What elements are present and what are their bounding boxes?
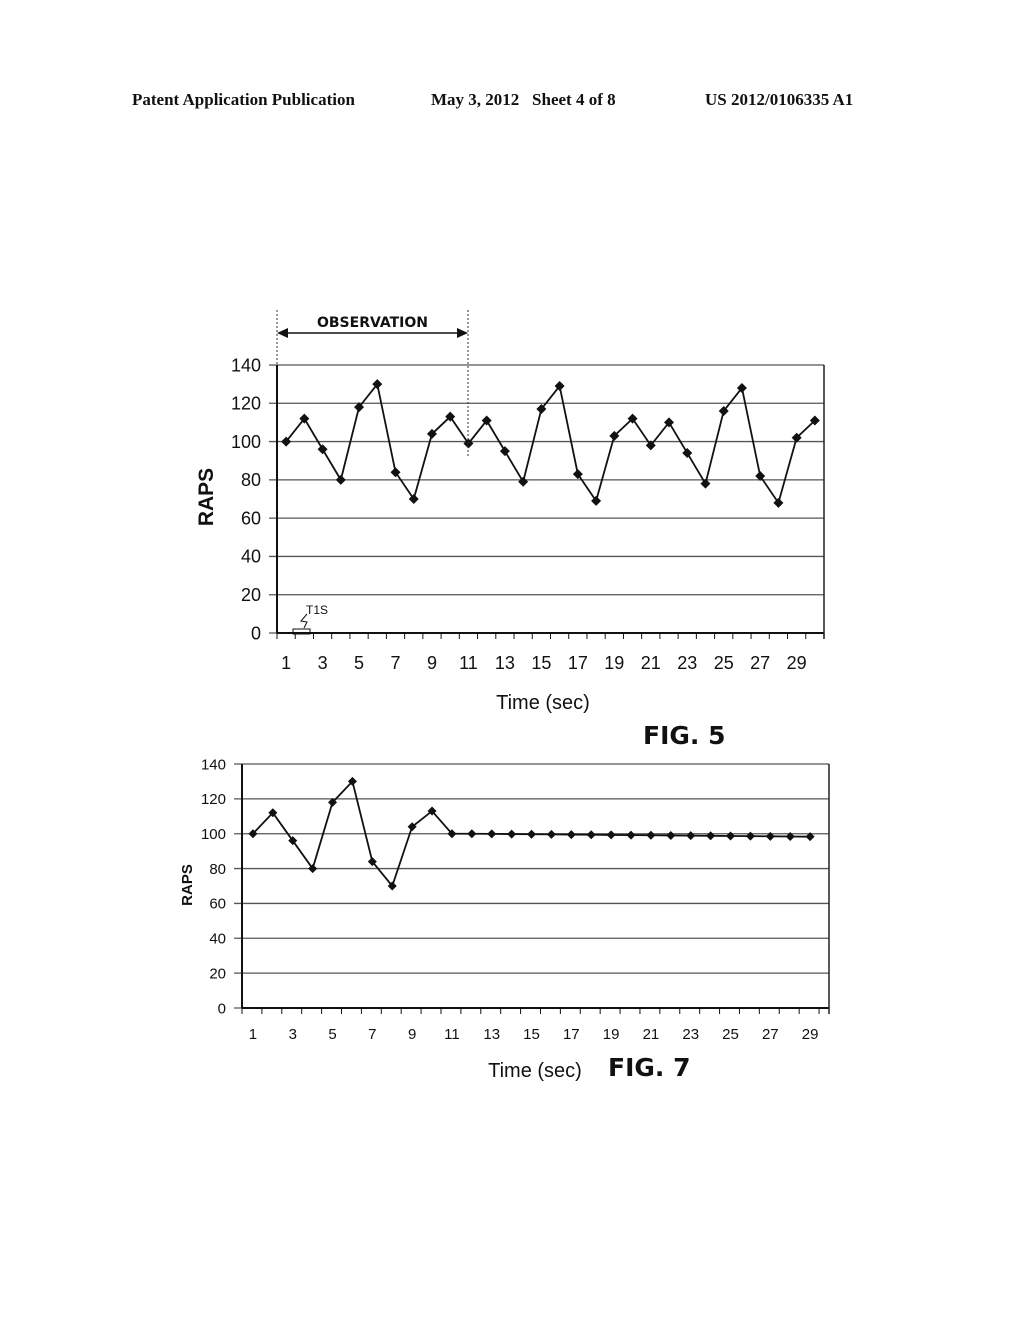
fig7-chart: 0204060801001201401 3 5 7 9 11 13 15 17 19 21 23 25 2…: [179, 756, 830, 1082]
x-tick-label: 5: [328, 1026, 336, 1043]
x-tick-label: 25: [722, 1026, 739, 1043]
data-point: [586, 830, 596, 840]
data-point: [606, 830, 616, 840]
x-tick-label: 29: [802, 1026, 819, 1043]
data-point: [507, 829, 517, 839]
data-point: [467, 829, 477, 839]
x-axis-title: Time (sec): [488, 1060, 582, 1082]
y-tick-label: 0: [218, 1000, 226, 1017]
x-tick-label: 9: [408, 1026, 416, 1043]
y-tick-label: 100: [201, 826, 226, 843]
y-tick-label: 120: [201, 791, 226, 808]
y-axis-title: RAPS: [179, 864, 196, 906]
data-point: [626, 830, 636, 840]
data-point: [666, 830, 676, 840]
data-point: [706, 831, 716, 841]
data-point: [646, 830, 656, 840]
y-tick-label: 20: [209, 965, 226, 982]
x-tick-label: 7: [368, 1026, 376, 1043]
y-tick-label: 140: [201, 756, 226, 773]
data-point: [566, 830, 576, 840]
data-point: [487, 829, 497, 839]
data-point: [745, 831, 755, 841]
x-tick-label: 1: [249, 1026, 257, 1043]
data-point: [726, 831, 736, 841]
x-tick-label: 21: [643, 1026, 660, 1043]
data-point: [686, 831, 696, 841]
data-point: [527, 829, 537, 839]
x-tick-label: 19: [603, 1026, 620, 1043]
x-tick-label: 11: [444, 1026, 460, 1043]
y-tick-label: 60: [209, 896, 226, 913]
data-point: [546, 829, 556, 839]
y-tick-label: 40: [209, 931, 226, 948]
x-tick-label: 3: [289, 1026, 297, 1043]
y-tick-label: 80: [209, 861, 226, 878]
x-tick-label: 27: [762, 1026, 779, 1043]
x-tick-label: 15: [523, 1026, 540, 1043]
x-tick-label: 13: [483, 1026, 500, 1043]
figure-label: FIG. 7: [608, 1053, 691, 1082]
x-tick-label: 23: [682, 1026, 699, 1043]
x-tick-label: 17: [563, 1026, 580, 1043]
